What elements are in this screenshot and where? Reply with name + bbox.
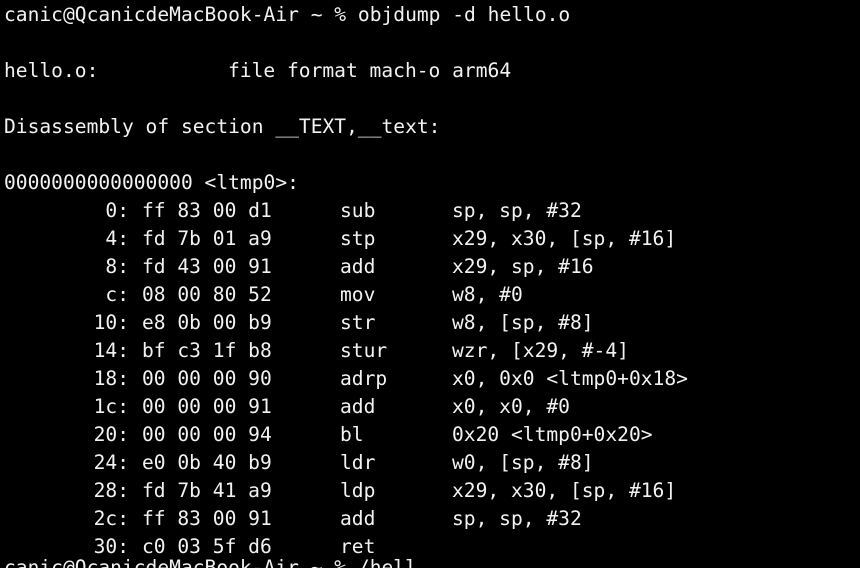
instruction-bytes: 00 00 00 94 [142, 423, 272, 446]
instruction-bytes: ff 83 00 d1 [142, 199, 272, 222]
instruction-mnemonic: sub [340, 199, 376, 222]
instruction-operands: 0x20 <ltmp0+0x20> [452, 423, 653, 446]
instruction-bytes: fd 7b 01 a9 [142, 227, 272, 250]
instruction-row: 18: 00 00 00 90 adrp x0, 0x0 <ltmp0+0x18> [4, 365, 854, 393]
instruction-row: c: 08 00 80 52 mov w8, #0 [4, 281, 854, 309]
instruction-row: 4: fd 7b 01 a9 stp x29, x30, [sp, #16] [4, 225, 854, 253]
instruction-mnemonic: adrp [340, 367, 388, 390]
terminal-window[interactable]: canic@QcanicdeMacBook-Air ~ % objdump -d… [0, 0, 860, 568]
instruction-operands: x29, x30, [sp, #16] [452, 227, 677, 250]
partial-prompt-line: canic@QcanicdeMacBook-Air ~ % /hell [4, 556, 417, 568]
instruction-mnemonic: add [340, 255, 376, 278]
instruction-mnemonic: mov [340, 283, 376, 306]
instruction-address: 4: [105, 227, 129, 250]
instruction-row: 8: fd 43 00 91 add x29, sp, #16 [4, 253, 854, 281]
instruction-mnemonic: add [340, 395, 376, 418]
instruction-operands: w0, [sp, #8] [452, 451, 594, 474]
symbol-line: 0000000000000000 <ltmp0>: [4, 171, 299, 194]
instruction-row: 2c: ff 83 00 91 add sp, sp, #32 [4, 505, 854, 533]
instruction-address: c: [105, 283, 129, 306]
instruction-operands: sp, sp, #32 [452, 507, 582, 530]
instruction-row: 14: bf c3 1f b8 stur wzr, [x29, #-4] [4, 337, 854, 365]
instruction-mnemonic: ldp [340, 479, 376, 502]
instruction-mnemonic: stur [340, 339, 388, 362]
instruction-mnemonic: str [340, 311, 376, 334]
instruction-operands: x0, 0x0 <ltmp0+0x18> [452, 367, 688, 390]
instruction-address: 8: [105, 255, 129, 278]
instruction-address: 10: [93, 311, 129, 334]
instruction-address: 2c: [93, 507, 129, 530]
instruction-row: 20: 00 00 00 94 bl 0x20 <ltmp0+0x20> [4, 421, 854, 449]
instruction-row: 1c: 00 00 00 91 add x0, x0, #0 [4, 393, 854, 421]
instruction-address: 1c: [93, 395, 129, 418]
instruction-bytes: e0 0b 40 b9 [142, 451, 272, 474]
instruction-address: 0: [105, 199, 129, 222]
instruction-operands: w8, #0 [452, 283, 523, 306]
file-format: file format mach-o arm64 [228, 59, 512, 82]
instruction-mnemonic: ldr [340, 451, 376, 474]
instruction-operands: x0, x0, #0 [452, 395, 570, 418]
instruction-mnemonic: stp [340, 227, 376, 250]
instruction-bytes: 00 00 00 90 [142, 367, 272, 390]
instruction-bytes: bf c3 1f b8 [142, 339, 272, 362]
instruction-row: 24: e0 0b 40 b9 ldr w0, [sp, #8] [4, 449, 854, 477]
instruction-operands: x29, sp, #16 [452, 255, 594, 278]
instruction-bytes: fd 7b 41 a9 [142, 479, 272, 502]
instruction-address: 20: [93, 423, 129, 446]
instruction-operands: x29, x30, [sp, #16] [452, 479, 677, 502]
instruction-operands: sp, sp, #32 [452, 199, 582, 222]
instruction-row: 10: e8 0b 00 b9 str w8, [sp, #8] [4, 309, 854, 337]
command-line: canic@QcanicdeMacBook-Air ~ % objdump -d… [4, 3, 571, 26]
instruction-bytes: ff 83 00 91 [142, 507, 272, 530]
instruction-bytes: e8 0b 00 b9 [142, 311, 272, 334]
instruction-address: 18: [93, 367, 129, 390]
instruction-operands: w8, [sp, #8] [452, 311, 594, 334]
file-label: hello.o: [4, 59, 99, 82]
disassembly-header: Disassembly of section __TEXT,__text: [4, 115, 441, 138]
instruction-operands: wzr, [x29, #-4] [452, 339, 629, 362]
instruction-address: 28: [93, 479, 129, 502]
instruction-bytes: 08 00 80 52 [142, 283, 272, 306]
instruction-bytes: 00 00 00 91 [142, 395, 272, 418]
instruction-bytes: fd 43 00 91 [142, 255, 272, 278]
instruction-address: 14: [93, 339, 129, 362]
instruction-mnemonic: bl [340, 423, 364, 446]
instruction-row: 28: fd 7b 41 a9 ldp x29, x30, [sp, #16] [4, 477, 854, 505]
instruction-mnemonic: add [340, 507, 376, 530]
file-format-line: hello.o: file format mach-o arm64 [4, 57, 854, 85]
instruction-row: 0: ff 83 00 d1 sub sp, sp, #32 [4, 197, 854, 225]
instruction-address: 24: [93, 451, 129, 474]
